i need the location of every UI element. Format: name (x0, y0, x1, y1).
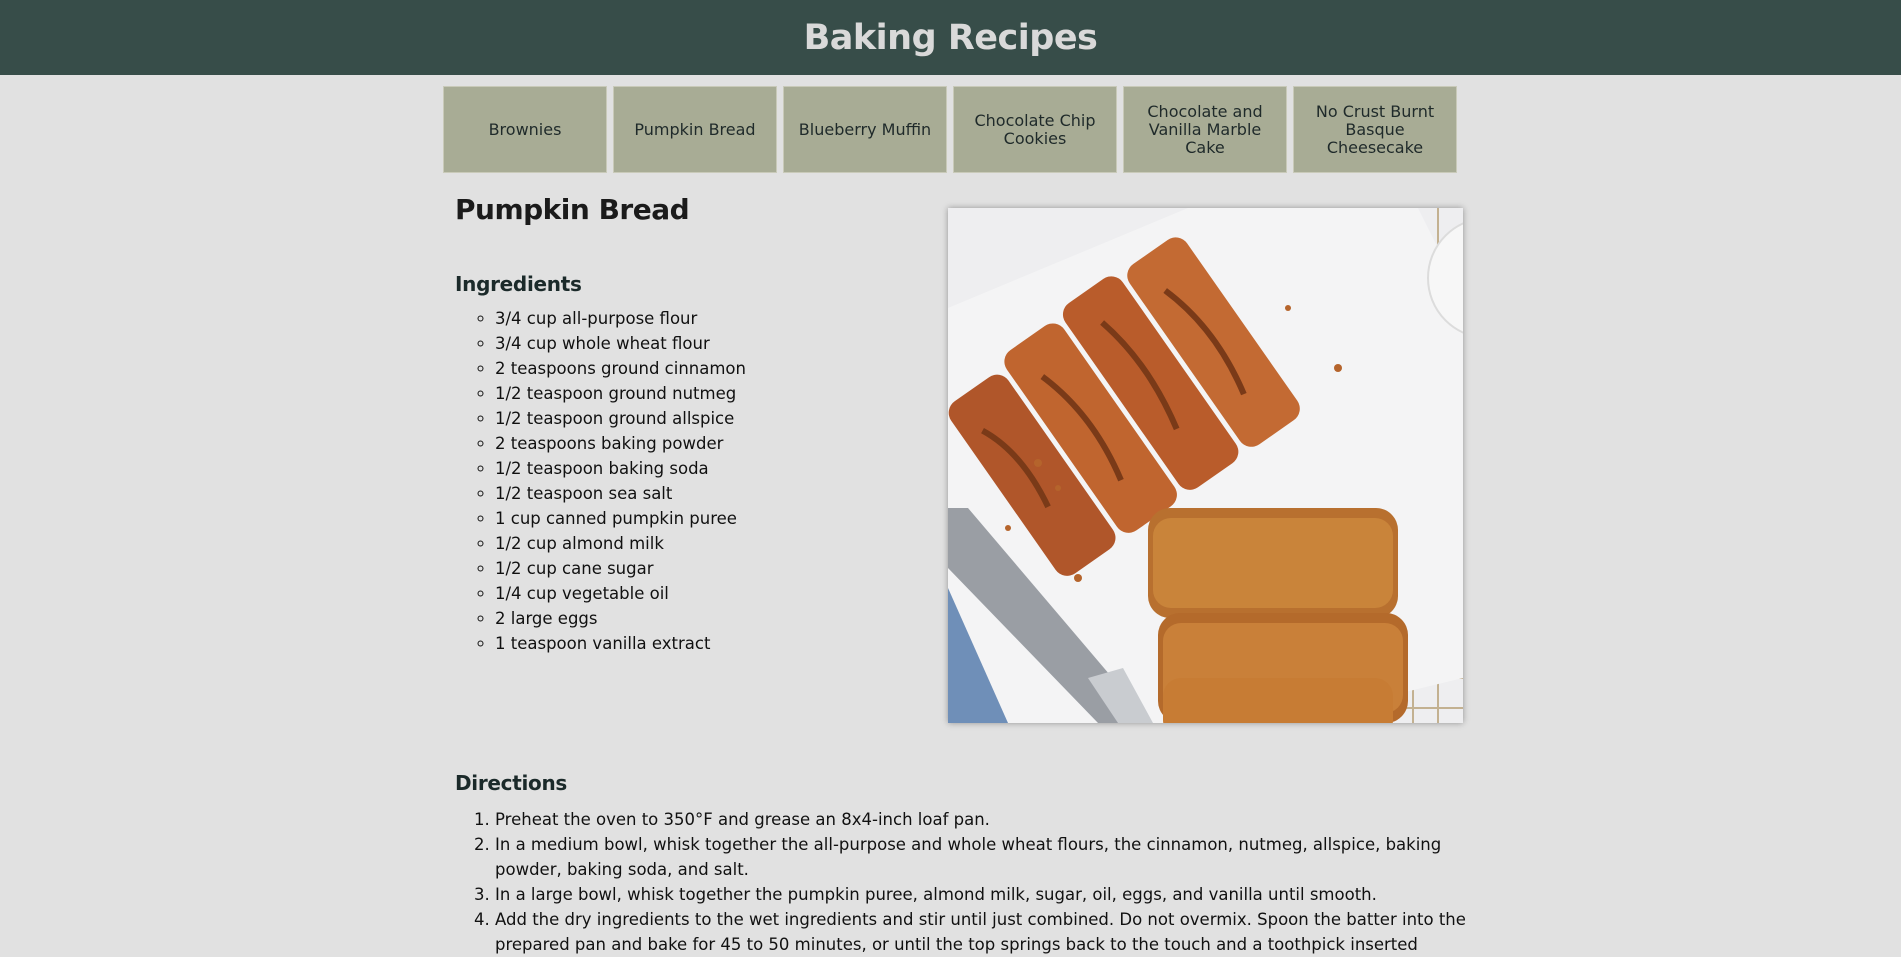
nav-button-basque-cheesecake[interactable]: No Crust Burnt Basque Cheesecake (1293, 86, 1457, 173)
nav-button-marble-cake[interactable]: Chocolate and Vanilla Marble Cake (1123, 86, 1287, 173)
ingredient-item: 1/2 teaspoon baking soda (495, 456, 746, 481)
recipe-title: Pumpkin Bread (455, 193, 690, 226)
ingredient-item: 2 teaspoons baking powder (495, 431, 746, 456)
direction-step: In a medium bowl, whisk together the all… (495, 832, 1485, 882)
ingredient-item: 3/4 cup all-purpose flour (495, 306, 746, 331)
ingredients-heading: Ingredients (455, 272, 582, 296)
ingredient-item: 3/4 cup whole wheat flour (495, 331, 746, 356)
nav-button-chocolate-chip-cookies[interactable]: Chocolate Chip Cookies (953, 86, 1117, 173)
direction-step: Add the dry ingredients to the wet ingre… (495, 907, 1485, 957)
directions-heading: Directions (455, 771, 568, 795)
nav-button-pumpkin-bread[interactable]: Pumpkin Bread (613, 86, 777, 173)
ingredient-item: 1/2 teaspoon ground allspice (495, 406, 746, 431)
ingredient-item: 2 teaspoons ground cinnamon (495, 356, 746, 381)
nav-button-blueberry-muffin[interactable]: Blueberry Muffin (783, 86, 947, 173)
pumpkin-bread-photo (948, 208, 1463, 723)
ingredient-item: 1/2 teaspoon sea salt (495, 481, 746, 506)
ingredient-item: 1/2 cup cane sugar (495, 556, 746, 581)
ingredient-item: 1/2 cup almond milk (495, 531, 746, 556)
site-header: Baking Recipes (0, 0, 1901, 75)
ingredient-item: 1/2 teaspoon ground nutmeg (495, 381, 746, 406)
ingredient-item: 1 cup canned pumpkin puree (495, 506, 746, 531)
ingredient-item: 2 large eggs (495, 606, 746, 631)
site-title: Baking Recipes (803, 17, 1098, 58)
direction-step: Preheat the oven to 350°F and grease an … (495, 807, 1485, 832)
recipe-nav: Brownies Pumpkin Bread Blueberry Muffin … (443, 86, 1457, 173)
nav-button-brownies[interactable]: Brownies (443, 86, 607, 173)
ingredient-item: 1/4 cup vegetable oil (495, 581, 746, 606)
ingredients-list: 3/4 cup all-purpose flour 3/4 cup whole … (455, 306, 746, 656)
ingredient-item: 1 teaspoon vanilla extract (495, 631, 746, 656)
directions-list: Preheat the oven to 350°F and grease an … (455, 807, 1485, 957)
direction-step: In a large bowl, whisk together the pump… (495, 882, 1485, 907)
